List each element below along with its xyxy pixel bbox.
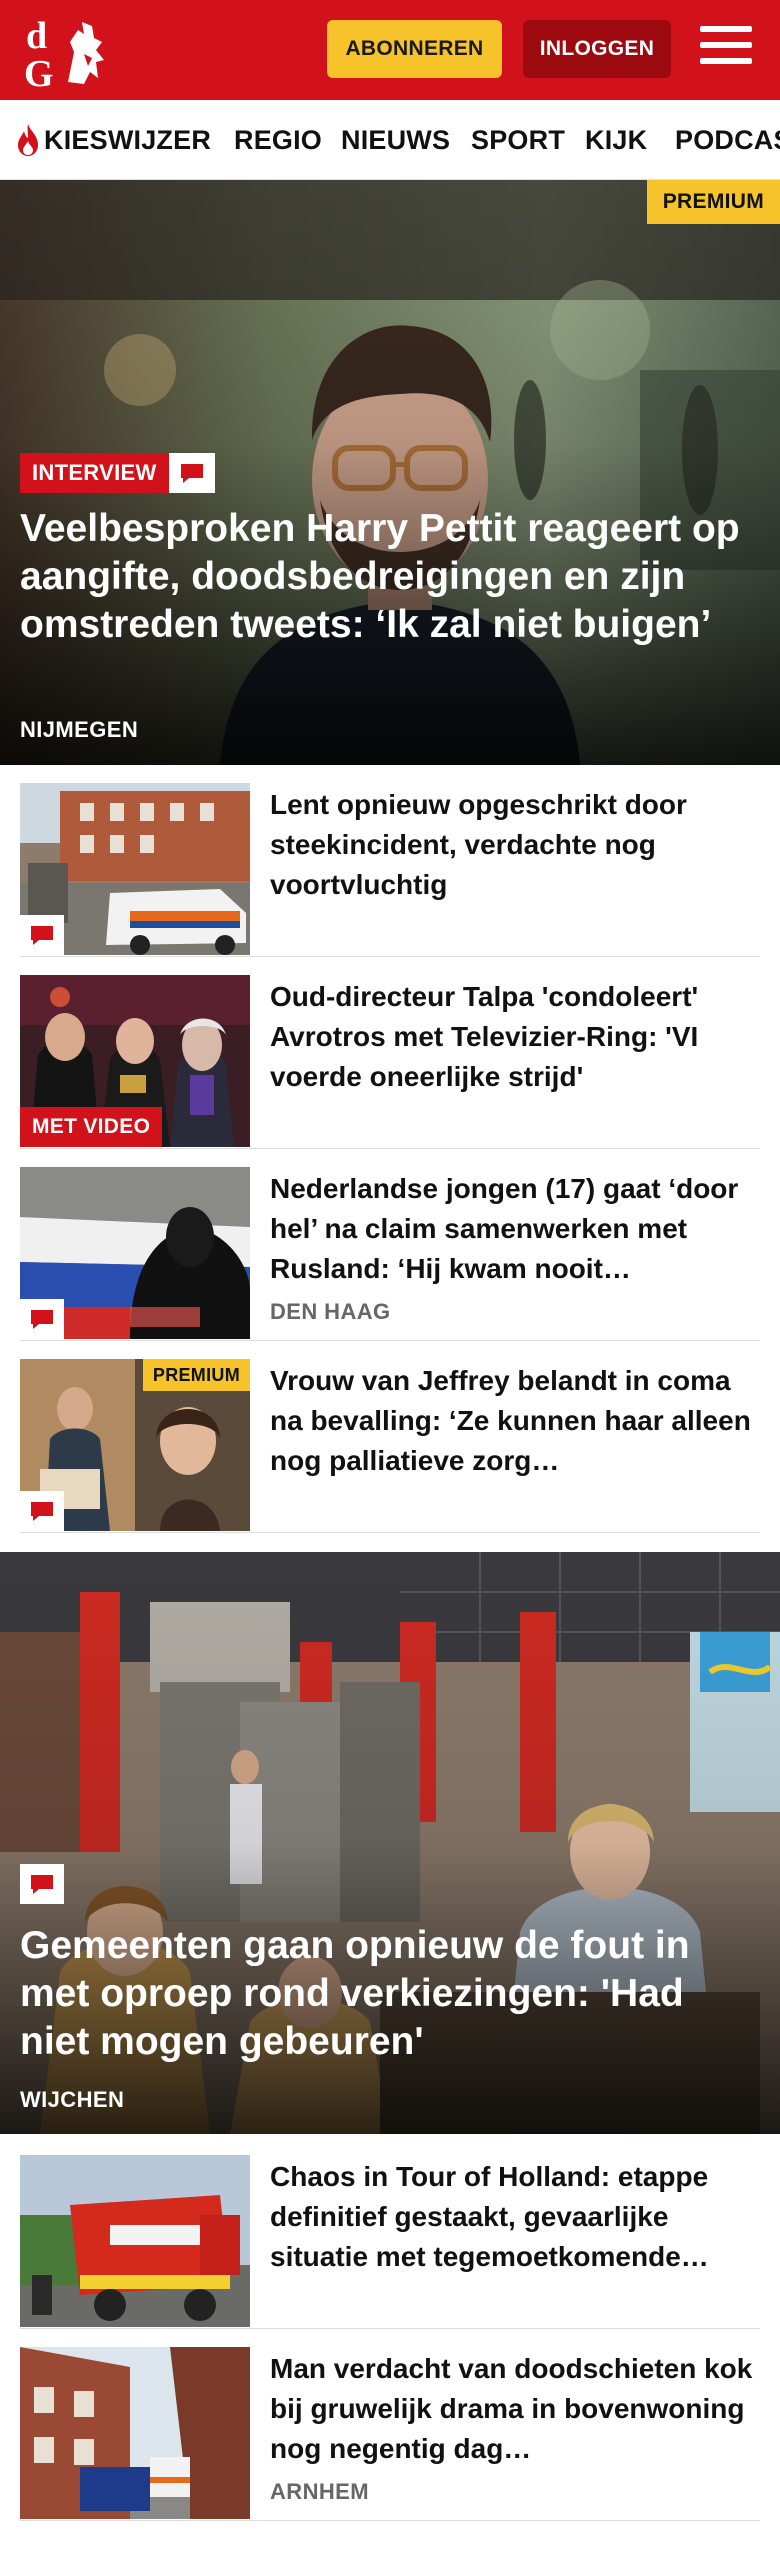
nav-item-label: KIESWIJZER — [44, 124, 212, 155]
article-headline[interactable]: Nederlandse jongen (17) gaat ‘door hel’ … — [270, 1169, 760, 1289]
hero-location: WIJCHEN — [20, 2087, 125, 2112]
article-headline[interactable]: Man verdacht van doodschieten kok bij gr… — [270, 2349, 760, 2469]
nav-item-regio[interactable]: REGIO — [234, 100, 323, 179]
flame-icon — [18, 124, 38, 156]
nav-item-label: SPORT — [471, 124, 566, 155]
video-badge: MET VIDEO — [20, 1107, 163, 1147]
subscribe-button[interactable]: ABONNEREN — [327, 20, 502, 78]
article-thumbnail: MET VIDEO — [20, 975, 250, 1147]
article-thumbnail — [20, 2347, 250, 2519]
top-bar: d G ABONNEREN INLOGGEN — [0, 0, 780, 100]
article-headline[interactable]: Chaos in Tour of Holland: etappe definit… — [270, 2157, 760, 2277]
nav-item-kieswijzer[interactable]: KIESWIJZER — [16, 100, 212, 179]
list-item[interactable]: MET VIDEO Oud-directeur Talpa 'condoleer… — [20, 957, 760, 1149]
comment-icon — [168, 453, 215, 493]
list-item[interactable]: Man verdacht van doodschieten kok bij gr… — [20, 2329, 760, 2521]
list-item[interactable]: PREMIUM Vrouw van Jeffrey belandt in com… — [20, 1341, 760, 1533]
hero-headline[interactable]: Veelbesproken Harry Pettit reageert op a… — [20, 505, 740, 649]
hamburger-icon[interactable] — [700, 26, 752, 72]
svg-text:d: d — [26, 15, 47, 57]
nav-item-podcast[interactable]: PODCAS — [675, 100, 780, 179]
comment-icon — [20, 1299, 64, 1339]
interview-tag: INTERVIEW — [20, 453, 169, 493]
article-location: DEN HAAG — [270, 1299, 391, 1324]
nav-item-label: KIJK — [585, 124, 648, 155]
nav-item-nieuws[interactable]: NIEUWS — [341, 100, 451, 179]
article-headline[interactable]: Oud-directeur Talpa 'condoleert' Avrotro… — [270, 977, 760, 1097]
list-item[interactable]: Chaos in Tour of Holland: etappe definit… — [20, 2137, 760, 2329]
hero-article[interactable]: PREMIUM INTERVIEW Veelbesproken Harry Pe… — [0, 180, 780, 765]
premium-badge: PREMIUM — [142, 1359, 250, 1391]
hero-labels: INTERVIEW — [20, 453, 215, 493]
nav-item-kijk[interactable]: KIJK — [585, 100, 648, 179]
premium-badge: PREMIUM — [646, 180, 780, 224]
hero-location: NIJMEGEN — [20, 717, 139, 742]
logo-icon[interactable]: d G — [22, 12, 114, 92]
hero-article-2[interactable]: Gemeenten gaan opnieuw de fout in met op… — [0, 1552, 780, 2134]
nav-item-sport[interactable]: SPORT — [471, 100, 566, 179]
article-headline[interactable]: Vrouw van Jeffrey belandt in coma na bev… — [270, 1361, 760, 1481]
article-location: ARNHEM — [270, 2479, 369, 2504]
article-thumbnail: PREMIUM — [20, 1359, 250, 1531]
comment-icon — [20, 1491, 64, 1531]
section-nav: KIESWIJZER REGIO NIEUWS SPORT KIJK PODCA… — [0, 100, 780, 180]
comment-icon — [20, 1864, 64, 1904]
article-thumbnail — [20, 2155, 250, 2327]
article-thumbnail — [20, 1167, 250, 1339]
nav-item-label: PODCAS — [675, 124, 780, 155]
hero-headline[interactable]: Gemeenten gaan opnieuw de fout in met op… — [20, 1922, 750, 2066]
svg-text:G: G — [24, 53, 54, 92]
list-item[interactable]: Nederlandse jongen (17) gaat ‘door hel’ … — [20, 1149, 760, 1341]
list-item[interactable]: Lent opnieuw opgeschrikt door steekincid… — [20, 765, 760, 957]
nav-item-label: NIEUWS — [341, 124, 451, 155]
article-headline[interactable]: Lent opnieuw opgeschrikt door steekincid… — [270, 785, 760, 905]
login-button[interactable]: INLOGGEN — [523, 20, 671, 78]
article-thumbnail — [20, 783, 250, 955]
comment-icon — [20, 915, 64, 955]
nav-item-label: REGIO — [234, 124, 323, 155]
